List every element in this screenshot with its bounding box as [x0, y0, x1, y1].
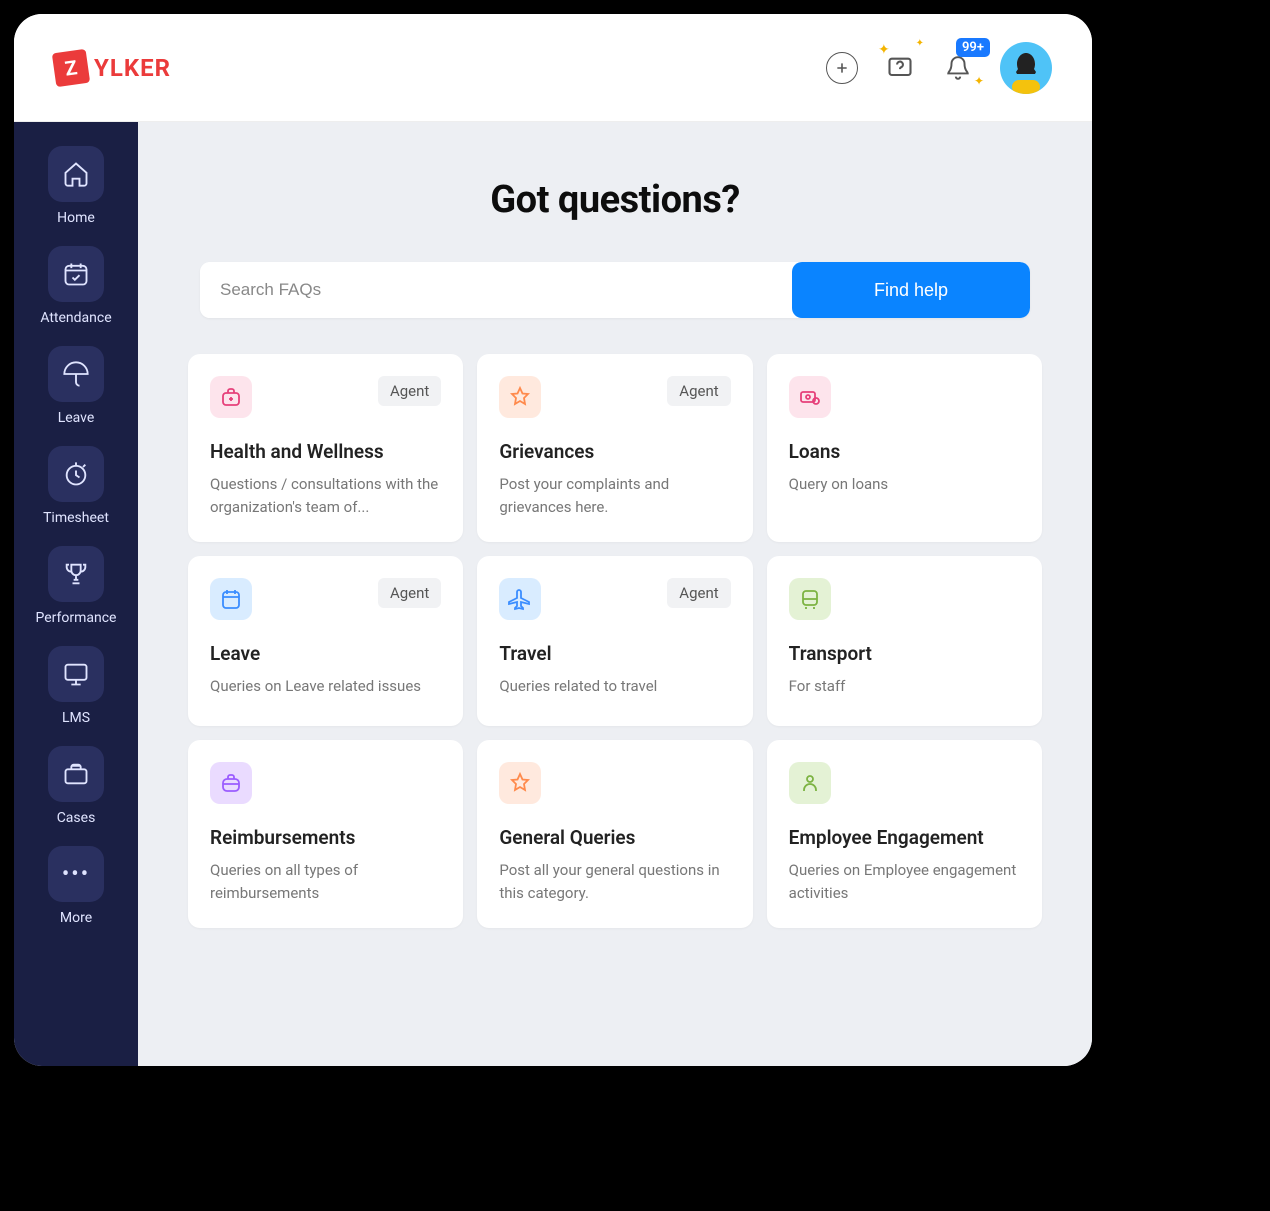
- sidebar-item-label: Home: [57, 210, 95, 226]
- sidebar-item-label: More: [60, 910, 92, 926]
- agent-tag: Agent: [667, 578, 730, 608]
- sidebar-item-home[interactable]: Home: [28, 146, 124, 226]
- card-desc: For staff: [789, 675, 1020, 698]
- sidebar-item-label: LMS: [62, 710, 90, 726]
- agent-tag: Agent: [378, 578, 441, 608]
- help-icon[interactable]: ✦ ✦: [884, 52, 916, 84]
- bus-icon: [789, 578, 831, 620]
- notifications-icon[interactable]: ✦ 99+: [942, 52, 974, 84]
- card-title: Loans: [789, 440, 1020, 463]
- sidebar-item-label: Cases: [57, 810, 96, 826]
- card-desc: Query on loans: [789, 473, 1020, 496]
- agent-tag: Agent: [378, 376, 441, 406]
- sidebar-item-leave[interactable]: Leave: [28, 346, 124, 426]
- card-desc: Queries related to travel: [499, 675, 730, 698]
- card-desc: Post your complaints and grievances here…: [499, 473, 730, 518]
- cards-grid: Agent Health and Wellness Questions / co…: [188, 354, 1042, 928]
- sidebar-item-label: Performance: [36, 610, 117, 626]
- sidebar-item-timesheet[interactable]: Timesheet: [28, 446, 124, 526]
- sidebar-item-label: Leave: [58, 410, 95, 426]
- add-icon[interactable]: [826, 52, 858, 84]
- star-icon: [499, 376, 541, 418]
- agent-tag: Agent: [667, 376, 730, 406]
- sidebar-item-label: Attendance: [40, 310, 111, 326]
- card-general-queries[interactable]: General Queries Post all your general qu…: [477, 740, 752, 928]
- plane-icon: [499, 578, 541, 620]
- page-title: Got questions?: [138, 178, 1092, 222]
- medical-bag-icon: [210, 376, 252, 418]
- card-employee-engagement[interactable]: Employee Engagement Queries on Employee …: [767, 740, 1042, 928]
- app-window: Z YLKER ✦ ✦ ✦ 99+: [14, 14, 1092, 1066]
- more-icon: •••: [48, 846, 104, 902]
- card-loans[interactable]: Loans Query on loans: [767, 354, 1042, 542]
- card-title: Leave: [210, 642, 441, 665]
- sidebar-item-cases[interactable]: Cases: [28, 746, 124, 826]
- main-content: Got questions? Find help Agent Health an…: [138, 122, 1092, 1066]
- card-travel[interactable]: Agent Travel Queries related to travel: [477, 556, 752, 726]
- clock-icon: [48, 446, 104, 502]
- card-title: Health and Wellness: [210, 440, 441, 463]
- logo-text: YLKER: [94, 54, 171, 82]
- card-desc: Queries on Employee engagement activitie…: [789, 859, 1020, 904]
- card-desc: Queries on Leave related issues: [210, 675, 441, 698]
- notification-badge: 99+: [956, 38, 990, 57]
- card-title: Grievances: [499, 440, 730, 463]
- card-transport[interactable]: Transport For staff: [767, 556, 1042, 726]
- card-reimbursements[interactable]: Reimbursements Queries on all types of r…: [188, 740, 463, 928]
- sidebar-item-label: Timesheet: [43, 510, 109, 526]
- topbar-right: ✦ ✦ ✦ 99+: [826, 42, 1052, 94]
- umbrella-icon: [48, 346, 104, 402]
- search-input[interactable]: [200, 262, 792, 318]
- card-grievances[interactable]: Agent Grievances Post your complaints an…: [477, 354, 752, 542]
- card-title: Travel: [499, 642, 730, 665]
- card-desc: Questions / consultations with the organ…: [210, 473, 441, 518]
- monitor-icon: [48, 646, 104, 702]
- brand-logo[interactable]: Z YLKER: [54, 51, 171, 85]
- sidebar-item-more[interactable]: ••• More: [28, 846, 124, 926]
- sidebar-item-performance[interactable]: Performance: [28, 546, 124, 626]
- topbar: Z YLKER ✦ ✦ ✦ 99+: [14, 14, 1092, 122]
- calendar-icon: [210, 578, 252, 620]
- card-title: Transport: [789, 642, 1020, 665]
- home-icon: [48, 146, 104, 202]
- money-icon: [789, 376, 831, 418]
- card-title: General Queries: [499, 826, 730, 849]
- search-row: Find help: [200, 262, 1030, 318]
- sidebar-item-lms[interactable]: LMS: [28, 646, 124, 726]
- card-leave[interactable]: Agent Leave Queries on Leave related iss…: [188, 556, 463, 726]
- card-title: Employee Engagement: [789, 826, 1020, 849]
- trophy-icon: [48, 546, 104, 602]
- briefcase-icon: [48, 746, 104, 802]
- body: Home Attendance Leave Timesheet: [14, 122, 1092, 1066]
- find-help-button[interactable]: Find help: [792, 262, 1030, 318]
- star-icon: [499, 762, 541, 804]
- calendar-check-icon: [48, 246, 104, 302]
- sidebar: Home Attendance Leave Timesheet: [14, 122, 138, 1066]
- card-title: Reimbursements: [210, 826, 441, 849]
- card-desc: Post all your general questions in this …: [499, 859, 730, 904]
- sidebar-item-attendance[interactable]: Attendance: [28, 246, 124, 326]
- card-health-wellness[interactable]: Agent Health and Wellness Questions / co…: [188, 354, 463, 542]
- card-desc: Queries on all types of reimbursements: [210, 859, 441, 904]
- wallet-icon: [210, 762, 252, 804]
- logo-badge: Z: [52, 48, 90, 86]
- person-icon: [789, 762, 831, 804]
- avatar[interactable]: [1000, 42, 1052, 94]
